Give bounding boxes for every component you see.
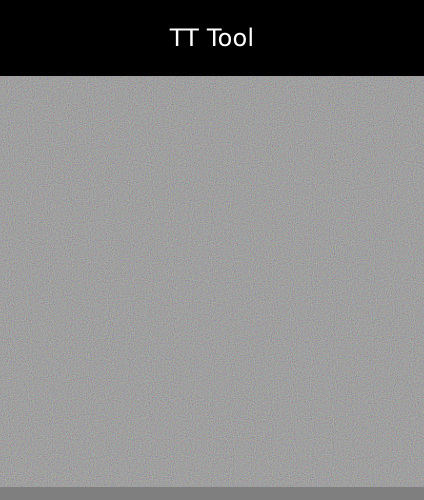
app-title: TT Tool [169,24,255,52]
bottom-strip [0,487,424,500]
noise-image [0,76,424,487]
tt-tool-window: TT Tool [0,0,424,500]
title-bar: TT Tool [0,0,424,76]
